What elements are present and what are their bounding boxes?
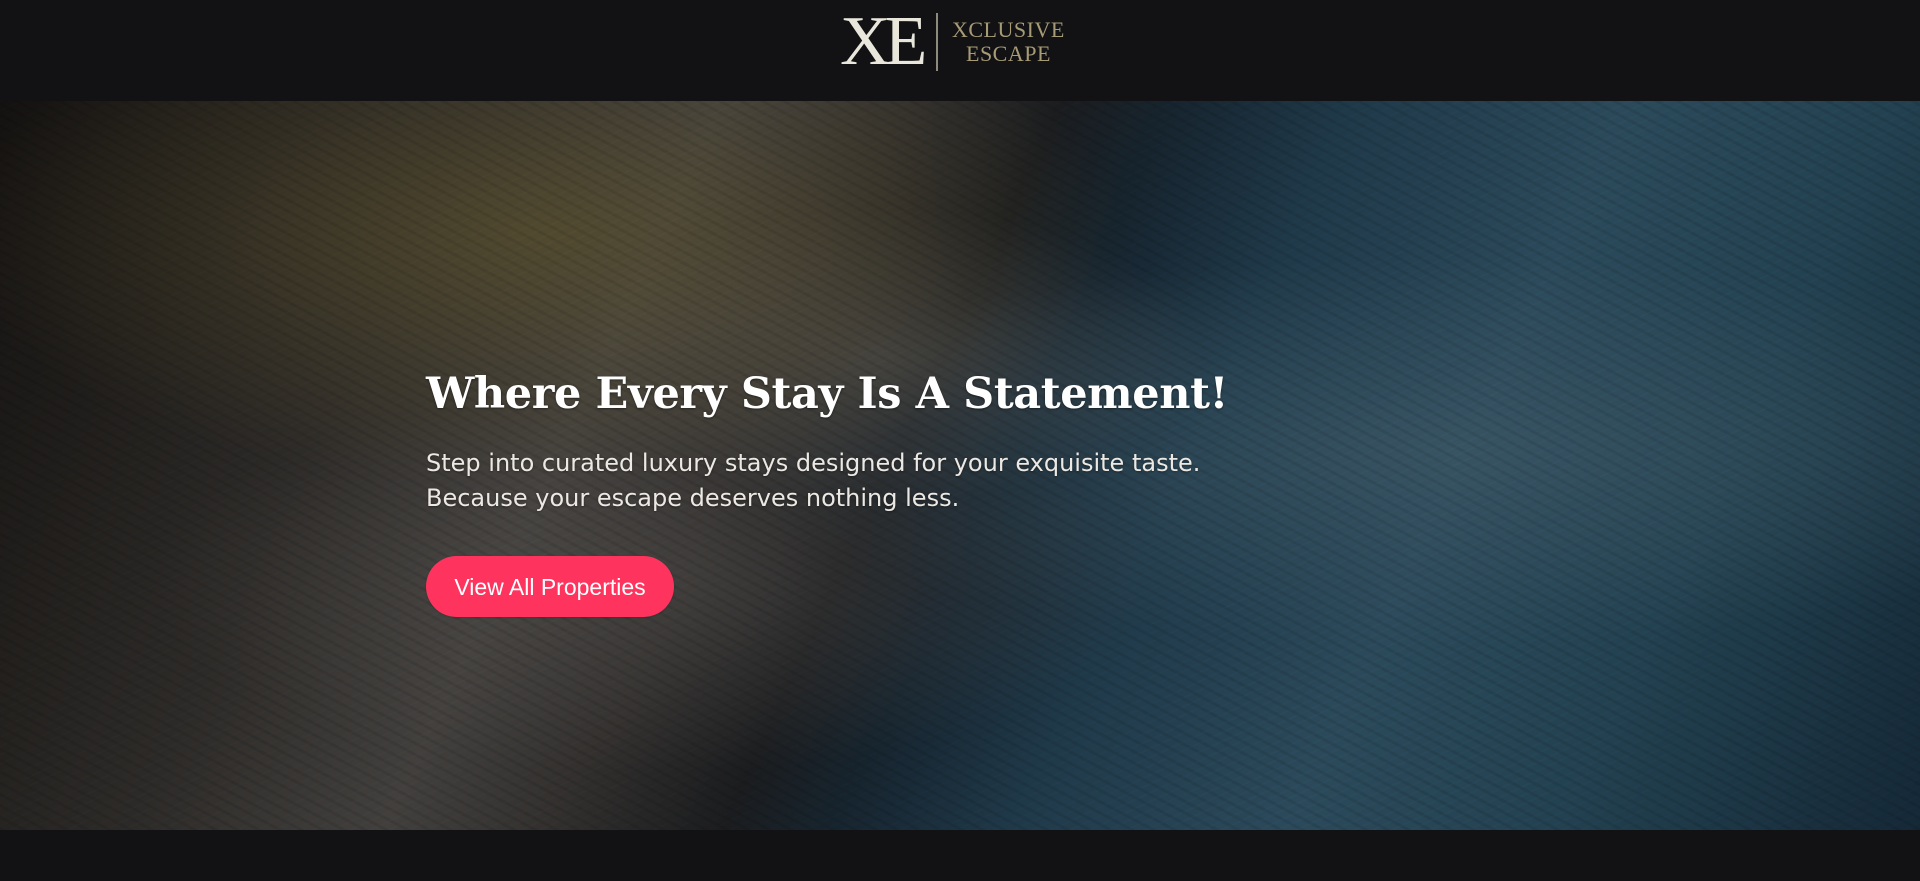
brand-logo[interactable]: XE Xclusive Escape [840, 3, 1080, 80]
logo-wordmark-line-2: Escape [966, 41, 1051, 66]
logo-divider [936, 13, 938, 71]
logo-wordmark: Xclusive Escape [952, 16, 1065, 66]
hero-subtitle-line-2: Because your escape deserves nothing les… [426, 484, 960, 513]
hero-subtitle: Step into curated luxury stays designed … [426, 446, 1326, 516]
hero-subtitle-line-1: Step into curated luxury stays designed … [426, 449, 1201, 478]
hero-section: Where Every Stay Is A Statement! Step in… [0, 101, 1920, 830]
hero-title: Where Every Stay Is A Statement! [426, 369, 1229, 419]
logo-monogram: XE [840, 3, 927, 80]
footer-band [0, 830, 1920, 881]
site-header: XE Xclusive Escape [0, 0, 1920, 101]
view-all-properties-button[interactable]: View All Properties [426, 556, 674, 617]
logo-wordmark-line-1: Xclusive [952, 16, 1065, 42]
hero-content: Where Every Stay Is A Statement! Step in… [426, 369, 1326, 617]
